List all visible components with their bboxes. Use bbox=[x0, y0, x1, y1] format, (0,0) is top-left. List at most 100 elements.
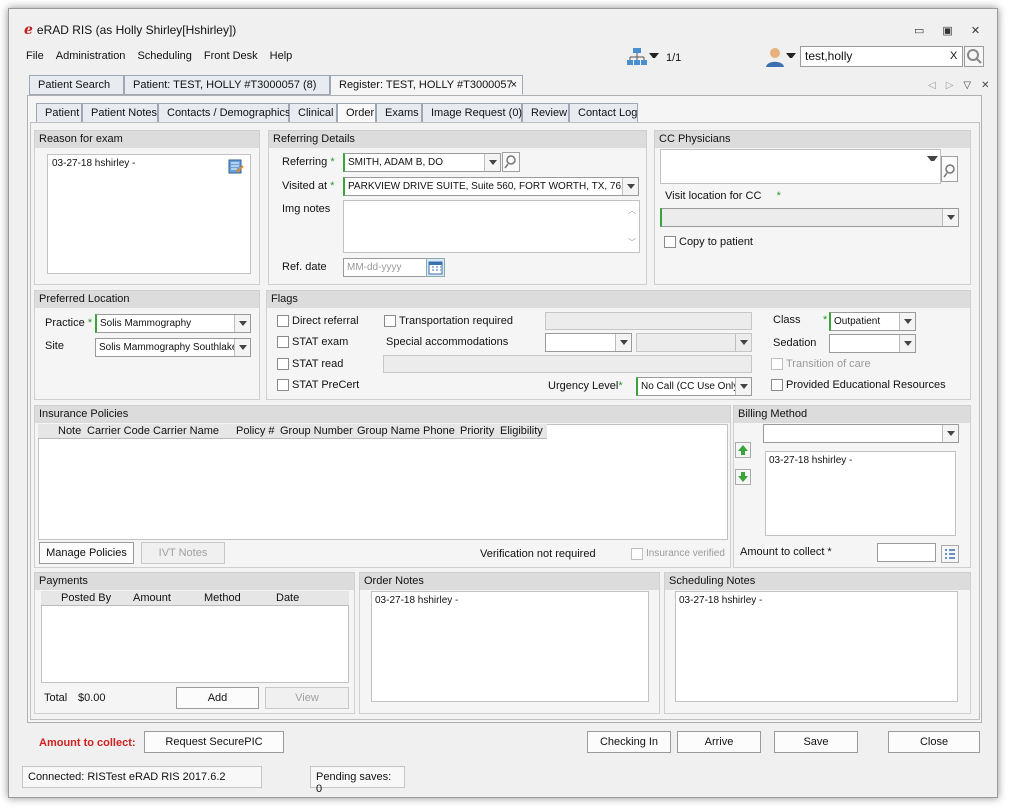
referring-dropdown-icon[interactable] bbox=[484, 154, 500, 171]
subtab-review[interactable]: Review bbox=[522, 103, 569, 123]
cc-list-dropdown-icon[interactable] bbox=[924, 152, 938, 166]
add-payment-button[interactable]: Add bbox=[176, 687, 259, 709]
sedation-dropdown-icon[interactable] bbox=[899, 335, 915, 352]
tab-patient-test-holly[interactable]: Patient: TEST, HOLLY #T3000057 (8) bbox=[124, 75, 330, 95]
col-group-name[interactable]: Group Name bbox=[357, 425, 420, 437]
col-carrier-code[interactable]: Carrier Code bbox=[87, 425, 150, 437]
search-icon[interactable] bbox=[964, 46, 984, 67]
move-up-icon[interactable] bbox=[735, 442, 751, 458]
subtab-patient[interactable]: Patient bbox=[36, 103, 82, 123]
urgency-level-dropdown-icon[interactable] bbox=[735, 378, 751, 395]
tab-next-icon[interactable]: ▷ bbox=[946, 80, 954, 91]
menu-scheduling[interactable]: Scheduling bbox=[135, 48, 193, 64]
special-accommodations-dropdown-icon[interactable] bbox=[615, 334, 631, 351]
col-note[interactable]: Note bbox=[58, 425, 81, 437]
patient-search-input[interactable]: test,holly bbox=[800, 46, 963, 67]
urgency-level-select[interactable]: No Call (CC Use Only) bbox=[636, 377, 752, 396]
tab-patient-search[interactable]: Patient Search bbox=[29, 75, 124, 95]
save-button[interactable]: Save bbox=[774, 731, 858, 753]
scheduling-notes-textarea[interactable]: 03-27-18 hshirley - bbox=[675, 591, 958, 702]
stat-precert-checkbox[interactable] bbox=[277, 379, 289, 391]
reason-textarea[interactable]: 03-27-18 hshirley - bbox=[47, 154, 251, 274]
stat-read-checkbox[interactable] bbox=[277, 358, 289, 370]
scroll-up-icon[interactable]: ︿ bbox=[628, 205, 636, 216]
img-notes-textarea[interactable]: ︿ ﹀ bbox=[343, 200, 640, 253]
user-avatar-icon[interactable] bbox=[764, 46, 786, 68]
col-eligibility[interactable]: Eligibility bbox=[500, 425, 543, 437]
arrive-button[interactable]: Arrive bbox=[677, 731, 761, 753]
col-phone[interactable]: Phone bbox=[423, 425, 455, 437]
col-date[interactable]: Date bbox=[276, 592, 299, 604]
checking-in-button[interactable]: Checking In bbox=[587, 731, 671, 753]
visit-location-cc-dropdown-icon[interactable] bbox=[942, 209, 958, 226]
move-down-icon[interactable] bbox=[735, 469, 751, 485]
close-button[interactable]: Close bbox=[888, 731, 980, 753]
subtab-contacts-demographics[interactable]: Contacts / Demographics bbox=[158, 103, 291, 123]
referring-select[interactable]: SMITH, ADAM B, DO bbox=[343, 153, 501, 172]
subtab-patient-notes[interactable]: Patient Notes bbox=[82, 103, 158, 123]
billing-notes-box[interactable]: 03-27-18 hshirley - bbox=[765, 451, 956, 536]
class-select[interactable]: Outpatient bbox=[829, 312, 916, 331]
subtab-clinical[interactable]: Clinical bbox=[289, 103, 337, 123]
menu-front-desk[interactable]: Front Desk bbox=[202, 48, 260, 64]
educational-resources-checkbox[interactable] bbox=[771, 379, 783, 391]
visit-location-cc-select[interactable] bbox=[660, 208, 959, 227]
col-method[interactable]: Method bbox=[204, 592, 241, 604]
stat-exam-checkbox[interactable] bbox=[277, 336, 289, 348]
ref-date-input[interactable]: MM-dd-yyyy bbox=[343, 258, 427, 277]
menu-help[interactable]: Help bbox=[268, 48, 295, 64]
referring-search-icon[interactable] bbox=[502, 152, 520, 172]
cc-search-icon[interactable] bbox=[941, 156, 958, 182]
practice-dropdown-icon[interactable] bbox=[234, 315, 250, 332]
menu-administration[interactable]: Administration bbox=[54, 48, 128, 64]
close-window-icon[interactable]: ✕ bbox=[971, 24, 980, 37]
visited-at-dropdown-icon[interactable] bbox=[622, 178, 638, 195]
col-group-number[interactable]: Group Number bbox=[280, 425, 353, 437]
sedation-select[interactable] bbox=[829, 334, 916, 353]
tab-prev-icon[interactable]: ◁ bbox=[928, 80, 936, 91]
subtab-image-request[interactable]: Image Request (0) bbox=[422, 103, 522, 123]
transportation-checkbox[interactable] bbox=[384, 315, 396, 327]
request-securepic-button[interactable]: Request SecurePIC bbox=[144, 731, 284, 753]
subtab-order[interactable]: Order bbox=[337, 103, 376, 123]
billing-method-dropdown-icon[interactable] bbox=[942, 425, 958, 442]
visited-at-select[interactable]: PARKVIEW DRIVE SUITE, Suite 560, FORT WO… bbox=[343, 177, 639, 196]
copy-to-patient-checkbox[interactable] bbox=[664, 236, 676, 248]
payments-title: Payments bbox=[35, 573, 354, 590]
menu-file[interactable]: File bbox=[24, 48, 46, 64]
col-priority[interactable]: Priority bbox=[460, 425, 494, 437]
practice-select[interactable]: Solis Mammography bbox=[95, 314, 251, 333]
restore-icon[interactable]: ▣ bbox=[942, 24, 952, 37]
col-carrier-name[interactable]: Carrier Name bbox=[153, 425, 219, 437]
workflow-tree-icon[interactable] bbox=[626, 47, 648, 67]
col-amount[interactable]: Amount bbox=[133, 592, 171, 604]
scroll-down-icon[interactable]: ﹀ bbox=[628, 237, 636, 248]
workflow-dropdown-icon[interactable] bbox=[649, 50, 659, 60]
minimize-icon[interactable]: ▭ bbox=[914, 24, 924, 37]
cc-physicians-list[interactable] bbox=[660, 149, 941, 184]
tab-list-icon[interactable]: ▽ bbox=[963, 80, 971, 91]
amount-list-icon[interactable] bbox=[941, 545, 959, 563]
clear-search-button[interactable]: X bbox=[950, 50, 957, 62]
tab-register-test-holly[interactable]: Register: TEST, HOLLY #T3000057 × bbox=[330, 75, 523, 95]
manage-policies-button[interactable]: Manage Policies bbox=[39, 542, 134, 564]
subtab-exams[interactable]: Exams bbox=[376, 103, 422, 123]
total-value: $0.00 bbox=[78, 692, 106, 704]
tab-close-icon[interactable]: × bbox=[511, 79, 517, 91]
order-notes-textarea[interactable]: 03-27-18 hshirley - bbox=[371, 591, 649, 702]
class-dropdown-icon[interactable] bbox=[899, 313, 915, 330]
site-select[interactable]: Solis Mammography Southlake bbox=[95, 338, 251, 357]
col-posted-by[interactable]: Posted By bbox=[61, 592, 111, 604]
user-dropdown-icon[interactable] bbox=[786, 50, 796, 60]
notes-edit-icon[interactable] bbox=[228, 158, 244, 174]
col-policy-number[interactable]: Policy # bbox=[236, 425, 275, 437]
amount-to-collect-input[interactable] bbox=[877, 543, 936, 562]
insurance-table[interactable] bbox=[38, 424, 728, 540]
subtab-contact-log[interactable]: Contact Log bbox=[569, 103, 638, 123]
tab-close-all-icon[interactable]: ✕ bbox=[981, 80, 989, 91]
direct-referral-checkbox[interactable] bbox=[277, 315, 289, 327]
special-accommodations-select[interactable] bbox=[545, 333, 632, 352]
billing-method-select[interactable] bbox=[763, 424, 959, 443]
calendar-icon[interactable] bbox=[426, 258, 445, 277]
site-dropdown-icon[interactable] bbox=[234, 339, 250, 356]
